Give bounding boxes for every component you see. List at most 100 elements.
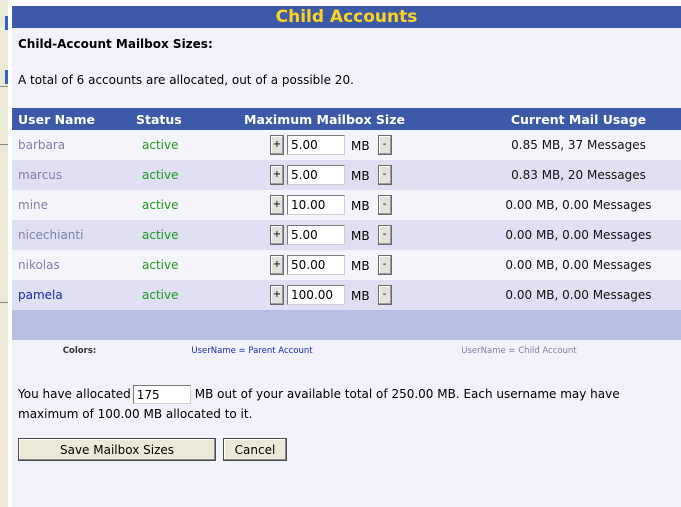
- save-mailbox-sizes-button[interactable]: Save Mailbox Sizes: [18, 438, 216, 461]
- unit-label: MB: [351, 199, 370, 213]
- header-max-size: Maximum Mailbox Size: [244, 108, 476, 130]
- status-cell: active: [136, 280, 244, 310]
- increase-size-button[interactable]: +: [270, 255, 284, 275]
- left-frame-edge: [0, 0, 8, 507]
- allocation-suffix: MB out of your available total of 250.00…: [194, 387, 620, 401]
- legend-child: UserName = Child Account: [461, 346, 577, 356]
- usage-text: 0.00 MB, 0.00 Messages: [505, 258, 652, 272]
- user-name: mine: [18, 198, 49, 212]
- user-name-cell: pamela: [12, 280, 136, 310]
- accounts-table: User Name Status Maximum Mailbox Size Cu…: [12, 108, 681, 340]
- usage-cell: 0.00 MB, 0.00 Messages: [476, 220, 681, 250]
- status-cell: active: [136, 250, 244, 280]
- increase-size-button[interactable]: +: [270, 225, 284, 245]
- mailbox-size-input[interactable]: [287, 225, 345, 245]
- usage-text: 0.00 MB, 0.00 Messages: [505, 288, 652, 302]
- max-size-control: + MB-: [244, 285, 476, 305]
- decrease-size-button[interactable]: -: [377, 255, 392, 275]
- status-cell: active: [136, 160, 244, 190]
- user-name: nikolas: [18, 258, 60, 272]
- max-size-cell: + MB-: [244, 160, 476, 190]
- max-size-cell: + MB-: [244, 190, 476, 220]
- cancel-button[interactable]: Cancel: [223, 438, 287, 461]
- status-text: active: [142, 228, 179, 242]
- user-name-cell: mine: [12, 190, 136, 220]
- unit-label: MB: [351, 229, 370, 243]
- header-mail-usage: Current Mail Usage: [476, 108, 681, 130]
- increase-size-button[interactable]: +: [270, 285, 284, 305]
- table-footer-separator: [12, 310, 681, 340]
- user-name-cell: barbara: [12, 130, 136, 160]
- user-name: barbara: [18, 138, 66, 152]
- user-name-cell: nikolas: [12, 250, 136, 280]
- frame-divider: [0, 144, 8, 145]
- unit-label: MB: [351, 169, 370, 183]
- status-text: active: [142, 138, 179, 152]
- status-text: active: [142, 168, 179, 182]
- status-cell: active: [136, 130, 244, 160]
- user-name: pamela: [18, 288, 63, 302]
- usage-text: 0.00 MB, 0.00 Messages: [505, 228, 652, 242]
- allocation-summary: A total of 6 accounts are allocated, out…: [18, 73, 354, 87]
- user-name: nicechianti: [18, 228, 84, 242]
- max-size-control: + MB-: [244, 255, 476, 275]
- legend-parent: UserName = Parent Account: [191, 346, 313, 356]
- allocation-text: You have allocated MB out of your availab…: [12, 362, 681, 424]
- max-size-cell: + MB-: [244, 280, 476, 310]
- allocation-limit-note: maximum of 100.00 MB allocated to it.: [18, 407, 253, 421]
- unit-label: MB: [351, 289, 370, 303]
- table-row: marcus active + MB- 0.83 MB, 20 Messages: [12, 160, 681, 190]
- allocation-prefix: You have allocated: [18, 387, 131, 401]
- max-size-cell: + MB-: [244, 250, 476, 280]
- max-size-control: + MB-: [244, 165, 476, 185]
- header-status: Status: [136, 108, 244, 130]
- mailbox-size-input[interactable]: [287, 165, 345, 185]
- panel-title: Child Accounts: [12, 6, 681, 28]
- allocated-total-input[interactable]: [132, 385, 191, 404]
- max-size-cell: + MB-: [244, 130, 476, 160]
- decrease-size-button[interactable]: -: [377, 285, 392, 305]
- user-name: marcus: [18, 168, 63, 182]
- status-text: active: [142, 288, 179, 302]
- usage-cell: 0.85 MB, 37 Messages: [476, 130, 681, 160]
- status-text: active: [142, 258, 179, 272]
- table-row: mine active + MB- 0.00 MB, 0.00 Messages: [12, 190, 681, 220]
- frame-divider: [0, 302, 8, 303]
- table-row: barbara active + MB- 0.85 MB, 37 Messages: [12, 130, 681, 160]
- table-row: pamela active + MB- 0.00 MB, 0.00 Messages: [12, 280, 681, 310]
- legend-label: Colors:: [62, 346, 97, 356]
- usage-cell: 0.00 MB, 0.00 Messages: [476, 250, 681, 280]
- frame-marker: [5, 16, 8, 30]
- max-size-control: + MB-: [244, 195, 476, 215]
- decrease-size-button[interactable]: -: [377, 225, 392, 245]
- usage-cell: 0.00 MB, 0.00 Messages: [476, 280, 681, 310]
- header-user-name: User Name: [12, 108, 136, 130]
- mailbox-size-input[interactable]: [287, 285, 345, 305]
- max-size-cell: + MB-: [244, 220, 476, 250]
- table-row: nicechianti active + MB- 0.00 MB, 0.00 Messa…: [12, 220, 681, 250]
- decrease-size-button[interactable]: -: [377, 135, 392, 155]
- mailbox-size-input[interactable]: [287, 135, 345, 155]
- increase-size-button[interactable]: +: [270, 195, 284, 215]
- accounts-table-body: barbaraactive+MB-0.85 MB, 37 Messagesmar…: [12, 130, 681, 310]
- user-name-cell: marcus: [12, 160, 136, 190]
- usage-text: 0.83 MB, 20 Messages: [511, 168, 646, 182]
- max-size-control: + MB-: [244, 135, 476, 155]
- child-accounts-panel: Child Accounts Child-Account Mailbox Siz…: [12, 6, 681, 507]
- section-heading: Child-Account Mailbox Sizes:: [18, 37, 213, 51]
- usage-cell: 0.00 MB, 0.00 Messages: [476, 190, 681, 220]
- decrease-size-button[interactable]: -: [377, 165, 392, 185]
- mailbox-size-input[interactable]: [287, 195, 345, 215]
- form-actions: Save Mailbox Sizes Cancel: [12, 424, 681, 461]
- mailbox-size-input[interactable]: [287, 255, 345, 275]
- user-name-cell: nicechianti: [12, 220, 136, 250]
- frame-marker: [5, 70, 8, 84]
- usage-text: 0.00 MB, 0.00 Messages: [505, 198, 652, 212]
- decrease-size-button[interactable]: -: [377, 195, 392, 215]
- color-legend: Colors: UserName = Parent Account UserNa…: [12, 340, 681, 362]
- table-header-row: User Name Status Maximum Mailbox Size Cu…: [12, 108, 681, 130]
- status-text: active: [142, 198, 179, 212]
- increase-size-button[interactable]: +: [270, 165, 284, 185]
- increase-size-button[interactable]: +: [270, 135, 284, 155]
- frame-divider: [0, 86, 8, 87]
